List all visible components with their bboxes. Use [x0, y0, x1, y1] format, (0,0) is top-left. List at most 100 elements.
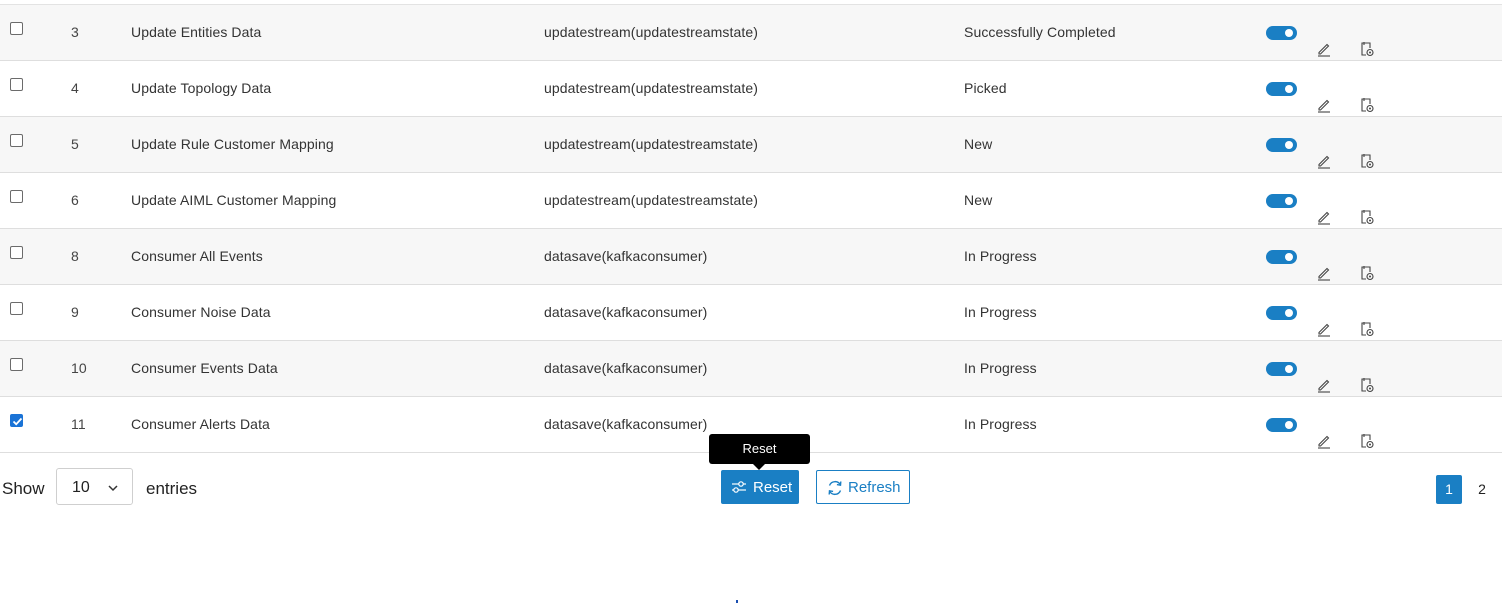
row-job-name: Consumer Events Data: [131, 360, 278, 376]
schedule-settings-icon[interactable]: [1359, 137, 1375, 169]
refresh-icon: [826, 479, 844, 501]
row-checkbox[interactable]: [10, 78, 23, 91]
entries-select-value: 10: [72, 479, 90, 496]
toggle-knob: [1285, 253, 1293, 261]
row-select-cell: [10, 229, 26, 284]
pagination-page-1[interactable]: 1: [1436, 475, 1462, 504]
table-row: 5 Update Rule Customer Mapping updatestrea…: [0, 117, 1502, 173]
pencil-icon[interactable]: [1316, 361, 1332, 393]
row-id: 9: [71, 304, 79, 320]
schedule-settings-icon[interactable]: [1359, 417, 1375, 449]
pencil-icon[interactable]: [1316, 249, 1332, 281]
pencil-icon[interactable]: [1316, 305, 1332, 337]
schedule-settings-icon[interactable]: [1359, 249, 1375, 281]
row-select-cell: [10, 117, 26, 172]
row-checkbox[interactable]: [10, 22, 23, 35]
jobs-table: 3 Update Entities Data updatestream(update…: [0, 4, 1502, 453]
table-row: 4 Update Topology Data updatestream(update…: [0, 61, 1502, 117]
row-job-name: Consumer All Events: [131, 248, 263, 264]
row-select-cell: [10, 5, 26, 60]
row-select-cell: [10, 397, 26, 452]
pagination-page-2[interactable]: 2: [1471, 475, 1493, 504]
toggle-switch-icon[interactable]: [1266, 26, 1297, 40]
toggle-switch-icon[interactable]: [1266, 138, 1297, 152]
row-checkbox[interactable]: [10, 190, 23, 203]
row-job-type: datasave(kafkaconsumer): [544, 360, 708, 376]
row-actions: [1266, 397, 1386, 452]
row-id: 4: [71, 80, 79, 96]
refresh-button[interactable]: Refresh: [816, 470, 910, 504]
row-select-cell: [10, 285, 26, 340]
row-actions: [1266, 341, 1386, 396]
row-job-type: updatestream(updatestreamstate): [544, 80, 758, 96]
schedule-settings-icon[interactable]: [1359, 305, 1375, 337]
reset-tooltip: Reset: [709, 434, 810, 470]
schedule-settings-icon[interactable]: [1359, 81, 1375, 113]
row-job-name: Consumer Noise Data: [131, 304, 271, 320]
entries-per-page-select[interactable]: 10: [56, 468, 133, 505]
toggle-knob: [1285, 197, 1293, 205]
toggle-switch-icon[interactable]: [1266, 362, 1297, 376]
toggle-switch-icon[interactable]: [1266, 418, 1297, 432]
row-job-type: updatestream(updatestreamstate): [544, 24, 758, 40]
row-job-type: updatestream(updatestreamstate): [544, 136, 758, 152]
row-select-cell: [10, 61, 26, 116]
toggle-switch-icon[interactable]: [1266, 194, 1297, 208]
toggle-knob: [1285, 85, 1293, 93]
toggle-knob: [1285, 309, 1293, 317]
tooltip-text: Reset: [742, 441, 777, 456]
row-actions: [1266, 173, 1386, 228]
table-row: 3 Update Entities Data updatestream(update…: [0, 5, 1502, 61]
row-job-type: datasave(kafkaconsumer): [544, 304, 708, 320]
row-status: In Progress: [964, 416, 1037, 432]
chevron-down-icon: [107, 481, 119, 499]
row-job-name: Consumer Alerts Data: [131, 416, 270, 432]
toggle-knob: [1285, 141, 1293, 149]
row-job-name: Update AIML Customer Mapping: [131, 192, 337, 208]
entries-label: entries: [146, 479, 198, 498]
pencil-icon[interactable]: [1316, 193, 1332, 225]
row-status: New: [964, 192, 993, 208]
schedule-settings-icon[interactable]: [1359, 361, 1375, 393]
row-job-type: updatestream(updatestreamstate): [544, 192, 758, 208]
row-job-name: Update Entities Data: [131, 24, 262, 40]
pencil-icon[interactable]: [1316, 81, 1332, 113]
row-status: In Progress: [964, 248, 1037, 264]
row-status: New: [964, 136, 993, 152]
row-status: In Progress: [964, 360, 1037, 376]
reset-button[interactable]: Reset: [721, 470, 799, 504]
row-checkbox[interactable]: [10, 414, 23, 427]
toggle-switch-icon[interactable]: [1266, 82, 1297, 96]
table-footer: Show 10 entries Reset Refresh 1 2: [0, 466, 1510, 510]
row-actions: [1266, 229, 1386, 284]
row-status: Successfully Completed: [964, 24, 1116, 40]
pencil-icon[interactable]: [1316, 417, 1332, 449]
row-select-cell: [10, 341, 26, 396]
table-row: 10 Consumer Events Data datasave(kafkacons…: [0, 341, 1502, 397]
row-job-name: Update Topology Data: [131, 80, 272, 96]
row-actions: [1266, 61, 1386, 116]
row-actions: [1266, 5, 1386, 60]
table-row: 6 Update AIML Customer Mapping updatestrea…: [0, 173, 1502, 229]
row-id: 3: [71, 24, 79, 40]
row-checkbox[interactable]: [10, 134, 23, 147]
row-status: In Progress: [964, 304, 1037, 320]
row-id: 5: [71, 136, 79, 152]
toggle-switch-icon[interactable]: [1266, 250, 1297, 264]
pencil-icon[interactable]: [1316, 137, 1332, 169]
row-id: 8: [71, 248, 79, 264]
table-row: 8 Consumer All Events datasave(kafkaconsum…: [0, 229, 1502, 285]
row-job-type: datasave(kafkaconsumer): [544, 248, 708, 264]
row-checkbox[interactable]: [10, 302, 23, 315]
row-status: Picked: [964, 80, 1007, 96]
sliders-icon: [731, 480, 747, 498]
row-id: 10: [71, 360, 87, 376]
row-checkbox[interactable]: [10, 358, 23, 371]
row-checkbox[interactable]: [10, 246, 23, 259]
pencil-icon[interactable]: [1316, 25, 1332, 57]
toggle-switch-icon[interactable]: [1266, 306, 1297, 320]
schedule-settings-icon[interactable]: [1359, 25, 1375, 57]
row-actions: [1266, 285, 1386, 340]
row-id: 6: [71, 192, 79, 208]
schedule-settings-icon[interactable]: [1359, 193, 1375, 225]
